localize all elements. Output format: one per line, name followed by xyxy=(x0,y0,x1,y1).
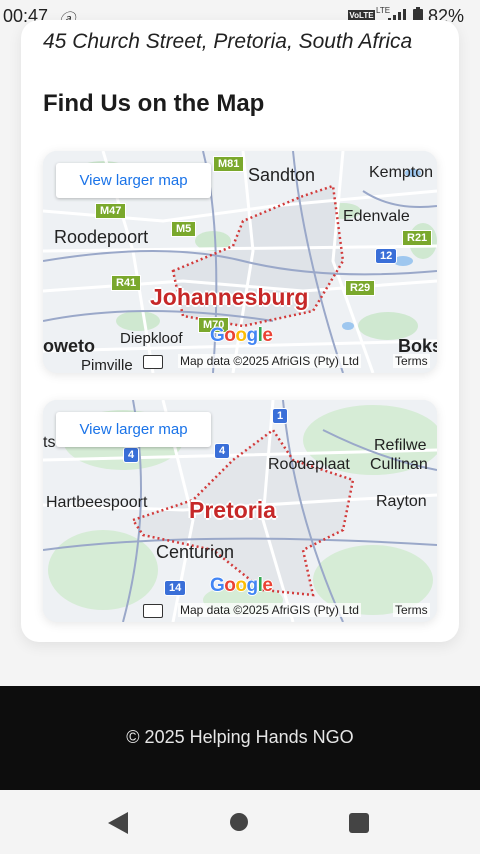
route-shield-n14: 14 xyxy=(164,580,187,596)
route-shield-m81: M81 xyxy=(213,156,245,172)
google-logo: Google xyxy=(210,325,273,346)
route-shield-m5: M5 xyxy=(171,221,197,237)
map-city-label: Pretoria xyxy=(189,497,276,523)
address-text: 45 Church Street, Pretoria, South Africa xyxy=(43,30,413,53)
map-attribution: Map data ©2025 AfriGIS (Pty) Ltd xyxy=(178,603,361,617)
map-terms-link[interactable]: Terms xyxy=(393,354,430,368)
map-city-label: Johannesburg xyxy=(150,284,309,310)
map-label-soweto: oweto xyxy=(43,336,95,356)
recent-apps-icon[interactable] xyxy=(349,813,369,833)
site-footer: © 2025 Helping Hands NGO xyxy=(0,686,480,790)
route-shield-n4-east: 4 xyxy=(214,443,231,459)
map-label-edenvale: Edenvale xyxy=(343,208,410,225)
route-shield-r41: R41 xyxy=(111,275,142,291)
map-section-heading: Find Us on the Map xyxy=(43,90,265,117)
map-label-kempton: Kempton xyxy=(369,164,434,181)
route-shield-n4: 4 xyxy=(123,447,140,463)
map-label-sandton: Sandton xyxy=(248,165,316,185)
map-label-diepkloof: Diepkloof xyxy=(120,330,183,347)
map-label-roodeplaat: Roodeplaat xyxy=(268,456,350,473)
keyboard-shortcuts-icon[interactable] xyxy=(143,604,163,618)
keyboard-shortcuts-icon[interactable] xyxy=(143,355,163,369)
map-label-hartbeespoort: Hartbeespoort xyxy=(46,494,148,511)
map-label-centurion: Centurion xyxy=(156,542,235,562)
system-nav-bar xyxy=(0,790,480,854)
view-larger-map-button[interactable]: View larger map xyxy=(56,163,211,198)
map-pretoria[interactable]: ts Refilwe Roodeplaat Cullinan Hartbeesp… xyxy=(43,400,437,622)
route-shield-m47: M47 xyxy=(95,203,127,219)
map-johannesburg[interactable]: Sandton Kempton Edenvale Roodepoort owet… xyxy=(43,151,437,373)
map-terms-link[interactable]: Terms xyxy=(393,603,430,617)
map-label-pimville: Pimville xyxy=(81,357,133,373)
route-shield-n1: 1 xyxy=(272,408,289,424)
map-label-ts: ts xyxy=(43,434,56,451)
view-larger-map-button[interactable]: View larger map xyxy=(56,412,211,447)
contact-card: 45 Church Street, Pretoria, South Africa… xyxy=(21,20,459,642)
back-icon[interactable] xyxy=(108,812,128,834)
map-label-cullinan: Cullinan xyxy=(370,456,428,473)
footer-copyright: © 2025 Helping Hands NGO xyxy=(126,727,354,747)
map-label-roodepoort: Roodepoort xyxy=(54,227,149,247)
google-logo: Google xyxy=(210,575,273,596)
map-label-rayton: Rayton xyxy=(376,493,427,510)
route-shield-r29: R29 xyxy=(345,280,376,296)
route-shield-r21: R21 xyxy=(402,230,433,246)
route-shield-n12: 12 xyxy=(375,248,398,264)
home-icon[interactable] xyxy=(230,813,248,831)
map-attribution: Map data ©2025 AfriGIS (Pty) Ltd xyxy=(178,354,361,368)
map-label-refilwe: Refilwe xyxy=(374,437,427,454)
